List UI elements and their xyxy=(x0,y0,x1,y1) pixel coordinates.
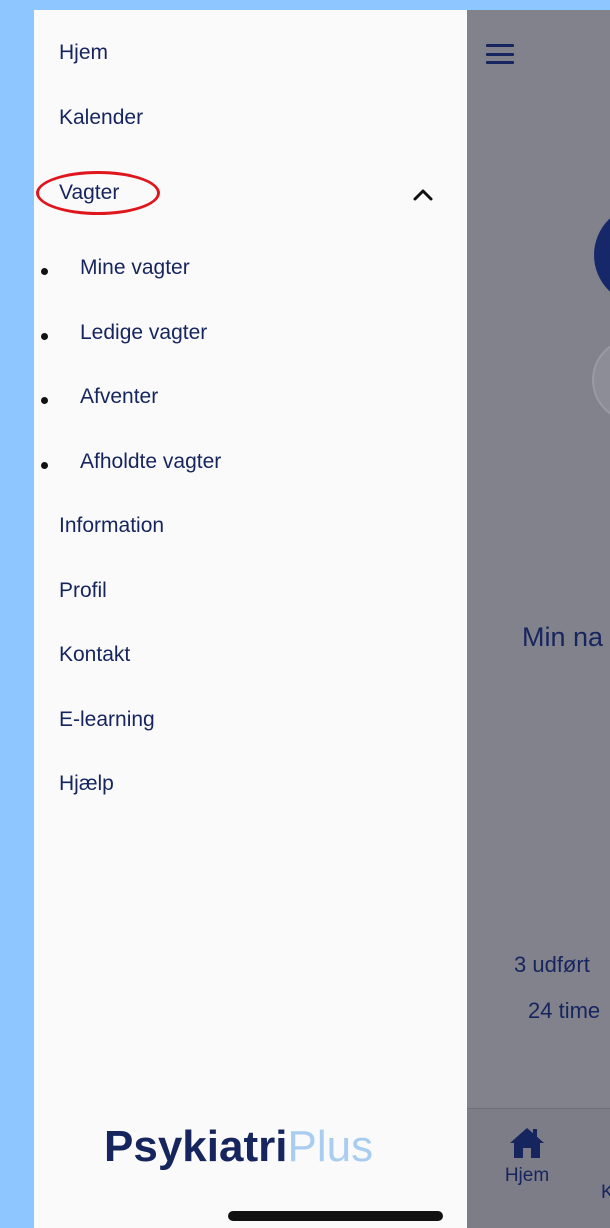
bottom-nav-home[interactable]: Hjem xyxy=(497,1125,557,1187)
bullet-icon xyxy=(41,397,48,404)
logo-text-secondary: Plus xyxy=(287,1122,374,1171)
secondary-circle xyxy=(592,338,610,422)
nav-item-profil[interactable]: Profil xyxy=(59,579,107,603)
sub-item-afventer[interactable]: Afventer xyxy=(34,385,434,415)
nav-item-hjem[interactable]: Hjem xyxy=(59,41,108,65)
logo-text-primary: Psykiatri xyxy=(104,1122,288,1171)
bottom-nav: Hjem K xyxy=(467,1108,610,1228)
phone-screen: Min na 3 udført 24 time Hjem K Hjem Kale… xyxy=(34,10,610,1228)
completed-shifts-stat: 3 udført xyxy=(514,952,590,977)
hamburger-menu-icon[interactable] xyxy=(486,42,516,66)
sub-item-ledige-vagter[interactable]: Ledige vagter xyxy=(34,321,434,351)
background-heading: Min na xyxy=(522,622,604,652)
bottom-nav-home-label: Hjem xyxy=(504,1165,550,1186)
nav-item-kontakt[interactable]: Kontakt xyxy=(59,643,130,667)
nav-item-kalender[interactable]: Kalender xyxy=(59,106,143,130)
status-circle xyxy=(594,205,610,305)
sub-item-label: Ledige vagter xyxy=(80,321,208,344)
sub-item-label: Mine vagter xyxy=(80,256,190,279)
psykiatriplus-logo: PsykiatriPlus xyxy=(104,1122,373,1172)
nav-item-e-learning[interactable]: E-learning xyxy=(59,708,155,732)
chevron-up-icon[interactable] xyxy=(412,186,434,202)
nav-item-information[interactable]: Information xyxy=(59,514,164,538)
navigation-drawer: Hjem Kalender Vagter Mine vagter Ledige … xyxy=(34,10,467,1228)
sub-item-label: Afventer xyxy=(80,385,159,408)
home-icon xyxy=(510,1128,544,1158)
sub-item-afholdte-vagter[interactable]: Afholdte vagter xyxy=(34,450,434,480)
bottom-nav-next-label[interactable]: K xyxy=(601,1182,610,1204)
sub-item-mine-vagter[interactable]: Mine vagter xyxy=(34,256,434,286)
bullet-icon xyxy=(41,333,48,340)
nav-item-hjaelp[interactable]: Hjælp xyxy=(59,772,114,796)
nav-item-vagter[interactable]: Vagter xyxy=(59,181,119,205)
bullet-icon xyxy=(41,268,48,275)
home-indicator xyxy=(228,1211,443,1221)
bullet-icon xyxy=(41,462,48,469)
sub-item-label: Afholdte vagter xyxy=(80,450,222,473)
hours-stat: 24 time xyxy=(528,998,601,1023)
